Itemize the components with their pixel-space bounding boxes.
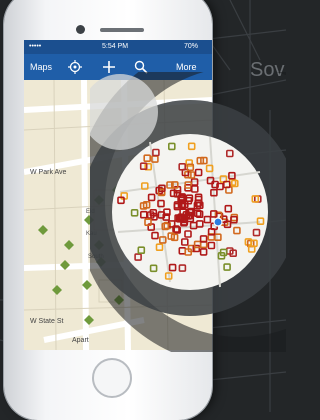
locate-icon[interactable] xyxy=(68,60,82,74)
earpiece xyxy=(100,28,144,32)
current-location-dot xyxy=(213,217,223,227)
maps-button[interactable]: Maps xyxy=(30,54,52,80)
home-button[interactable] xyxy=(92,358,132,398)
battery-text: 70% xyxy=(184,43,199,50)
front-camera xyxy=(76,25,85,34)
street-label-state-st: W State St xyxy=(30,318,64,325)
street-label-apart: Apart xyxy=(72,337,89,344)
street-label-park-ave: W Park Ave xyxy=(30,169,67,176)
status-time: 5:54 PM xyxy=(102,43,129,50)
status-bar: ••••• 5:54 PM 70% xyxy=(24,40,212,54)
magnifier-lens xyxy=(90,72,286,352)
signal-dots: ••••• xyxy=(29,43,42,50)
